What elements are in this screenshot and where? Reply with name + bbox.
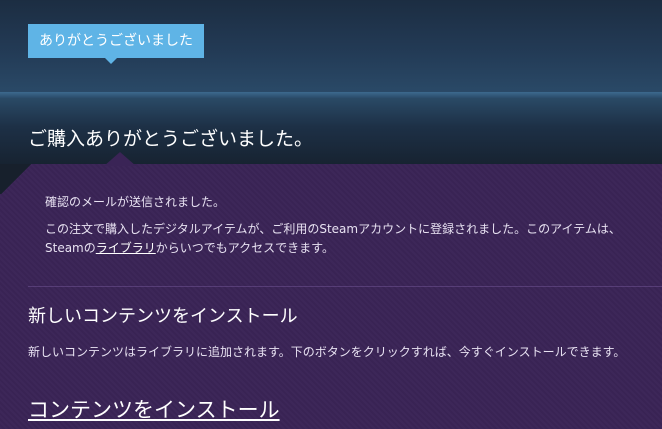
install-section-title: 新しいコンテンツをインストール	[28, 306, 298, 327]
panel-pointer	[104, 152, 136, 166]
purchase-complete-page: ありがとうございました ご購入ありがとうございました。 確認のメールが送信されま…	[0, 0, 662, 429]
page-title: ご購入ありがとうございました。	[28, 128, 314, 150]
email-sent-message: 確認のメールが送信されました。	[45, 195, 226, 209]
install-content-link[interactable]: コンテンツをインストール	[28, 394, 280, 424]
section-divider	[28, 286, 662, 287]
registered-message: この注文で購入したデジタルアイテムが、ご利用のSteamアカウントに登録されまし…	[45, 220, 635, 258]
registered-text-after: からいつでもアクセスできます。	[155, 241, 334, 255]
thanks-tag: ありがとうございました	[28, 24, 204, 58]
library-link[interactable]: ライブラリ	[96, 241, 156, 255]
panel-corner	[0, 164, 32, 194]
thanks-tag-pointer	[104, 57, 118, 64]
install-section-description: 新しいコンテンツはライブラリに追加されます。下のボタンをクリックすれば、今すぐイ…	[28, 345, 626, 359]
